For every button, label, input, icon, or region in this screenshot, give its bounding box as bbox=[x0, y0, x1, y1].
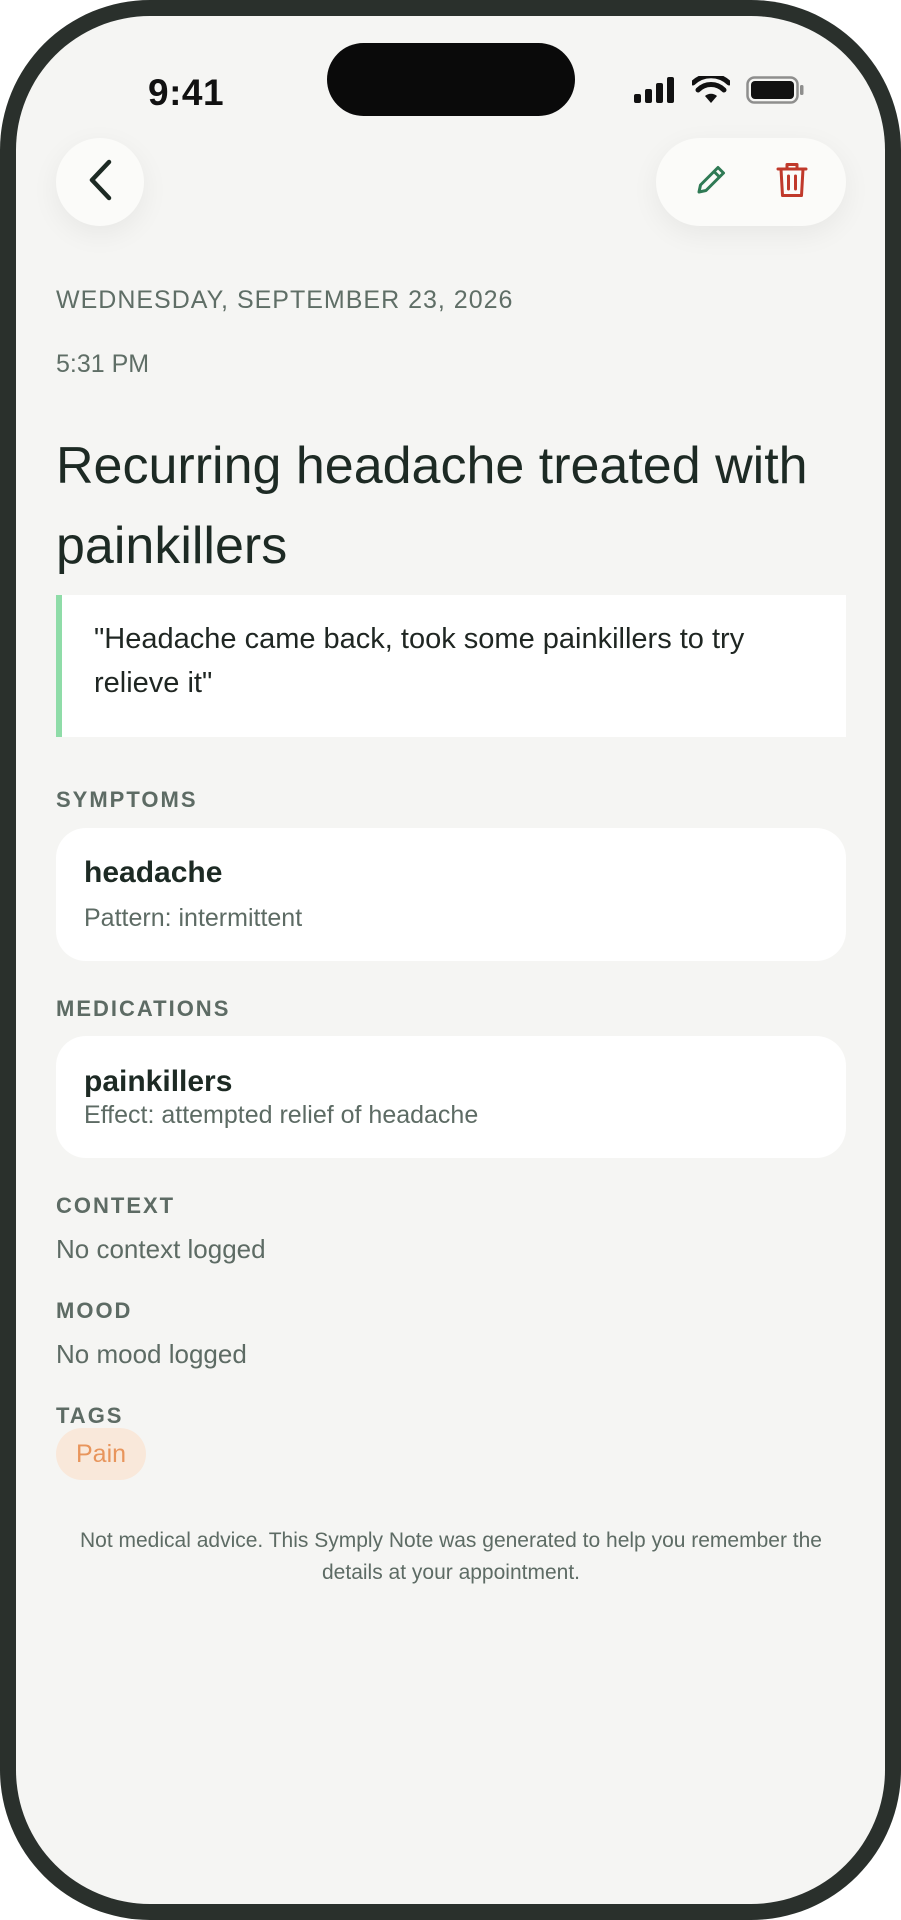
symptoms-label: SYMPTOMS bbox=[56, 787, 198, 812]
context-value: No context logged bbox=[56, 1234, 266, 1264]
status-icons bbox=[634, 73, 804, 109]
entry-time: 5:31 PM bbox=[56, 350, 150, 378]
back-button[interactable] bbox=[56, 138, 144, 226]
medications-label: MEDICATIONS bbox=[56, 996, 231, 1021]
symptom-card[interactable]: headache Pattern: intermittent bbox=[56, 828, 846, 961]
mood-value: No mood logged bbox=[56, 1339, 247, 1369]
wifi-icon bbox=[690, 73, 732, 109]
edit-button[interactable] bbox=[681, 152, 741, 212]
symptom-detail: Pattern: intermittent bbox=[84, 904, 303, 932]
entry-actions bbox=[656, 138, 846, 226]
tag-pain[interactable]: Pain bbox=[56, 1428, 147, 1480]
entry-date: WEDNESDAY, SEPTEMBER 23, 2026 bbox=[56, 286, 514, 314]
trash-icon bbox=[775, 161, 809, 204]
symptom-name: headache bbox=[84, 856, 223, 889]
screen: 9:41 WEDNESDAY, SEPTEMBER 23, 2026 5:31 … bbox=[16, 16, 885, 1904]
context-label: CONTEXT bbox=[56, 1193, 176, 1218]
delete-button[interactable] bbox=[762, 152, 822, 212]
dynamic-island bbox=[327, 43, 575, 116]
chevron-left-icon bbox=[85, 159, 115, 206]
battery-icon bbox=[746, 76, 804, 109]
tags-label: TAGS bbox=[56, 1403, 124, 1428]
medication-card[interactable]: painkillers Effect: attempted relief of … bbox=[56, 1036, 846, 1158]
medication-name: painkillers bbox=[84, 1065, 233, 1098]
pencil-icon bbox=[693, 162, 729, 203]
mood-label: MOOD bbox=[56, 1298, 133, 1323]
disclaimer: Not medical advice. This Symply Note was… bbox=[80, 1529, 822, 1584]
status-time: 9:41 bbox=[148, 72, 225, 113]
medication-detail: Effect: attempted relief of headache bbox=[84, 1101, 479, 1129]
entry-quote: "Headache came back, took some painkille… bbox=[56, 595, 846, 737]
device-frame: 9:41 WEDNESDAY, SEPTEMBER 23, 2026 5:31 … bbox=[0, 0, 901, 1920]
signal-icon bbox=[634, 77, 676, 108]
entry-title: Recurring headache treated with painkill… bbox=[56, 437, 808, 575]
